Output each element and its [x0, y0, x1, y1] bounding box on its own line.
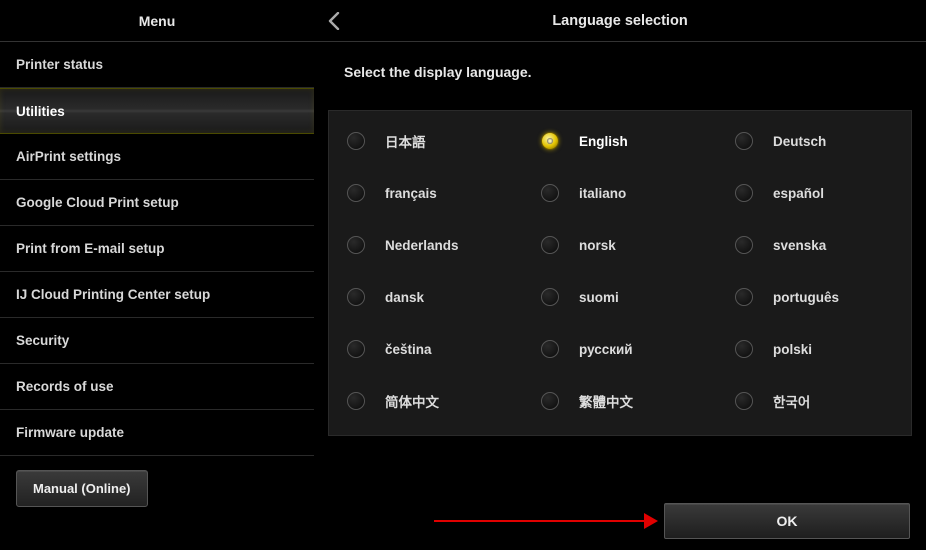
- manual-button-container: Manual (Online): [0, 456, 314, 521]
- sidebar-item-print-from-email[interactable]: Print from E-mail setup: [0, 226, 314, 272]
- annotation-arrow-container: [314, 520, 664, 522]
- radio-icon: [541, 392, 559, 410]
- language-option-suomi[interactable]: suomi: [523, 271, 717, 323]
- radio-icon: [541, 132, 559, 150]
- language-label: français: [385, 186, 437, 201]
- language-option-nederlands[interactable]: Nederlands: [329, 219, 523, 271]
- radio-icon: [735, 132, 753, 150]
- sidebar-item-firmware-update[interactable]: Firmware update: [0, 410, 314, 456]
- ok-button[interactable]: OK: [664, 503, 910, 539]
- language-option-francais[interactable]: français: [329, 167, 523, 219]
- language-option-polski[interactable]: polski: [717, 323, 911, 375]
- language-label: 日本語: [385, 131, 426, 151]
- sidebar-title: Menu: [0, 0, 314, 42]
- back-button[interactable]: [314, 0, 354, 42]
- language-option-english[interactable]: English: [523, 115, 717, 167]
- arrow-right-icon: [434, 520, 644, 522]
- language-label: español: [773, 186, 824, 201]
- radio-icon: [541, 184, 559, 202]
- radio-icon: [347, 392, 365, 410]
- language-option-dansk[interactable]: dansk: [329, 271, 523, 323]
- sidebar-item-records-of-use[interactable]: Records of use: [0, 364, 314, 410]
- radio-icon: [735, 340, 753, 358]
- language-label: Nederlands: [385, 238, 459, 253]
- sidebar-item-airprint-settings[interactable]: AirPrint settings: [0, 134, 314, 180]
- language-label: 简体中文: [385, 391, 439, 411]
- radio-icon: [347, 288, 365, 306]
- main-header: Language selection: [314, 0, 926, 42]
- language-option-deutsch[interactable]: Deutsch: [717, 115, 911, 167]
- radio-icon: [541, 236, 559, 254]
- radio-icon: [541, 340, 559, 358]
- radio-icon: [347, 340, 365, 358]
- radio-icon: [347, 236, 365, 254]
- language-option-espanol[interactable]: español: [717, 167, 911, 219]
- language-option-russian[interactable]: русский: [523, 323, 717, 375]
- instruction-text: Select the display language.: [314, 42, 926, 102]
- chevron-left-icon: [328, 12, 340, 30]
- language-option-norsk[interactable]: norsk: [523, 219, 717, 271]
- language-label: English: [579, 134, 628, 149]
- language-label: русский: [579, 342, 633, 357]
- language-option-cestina[interactable]: čeština: [329, 323, 523, 375]
- language-label: Deutsch: [773, 134, 826, 149]
- radio-icon: [735, 288, 753, 306]
- language-label: svenska: [773, 238, 826, 253]
- footer: OK: [314, 492, 926, 550]
- app-root: Menu Printer status Utilities AirPrint s…: [0, 0, 926, 550]
- radio-icon: [735, 392, 753, 410]
- language-label: norsk: [579, 238, 616, 253]
- main-panel: Language selection Select the display la…: [314, 0, 926, 550]
- language-label: italiano: [579, 186, 626, 201]
- language-label: 한국어: [773, 391, 810, 411]
- radio-icon: [347, 184, 365, 202]
- page-title: Language selection: [314, 13, 926, 29]
- radio-icon: [735, 184, 753, 202]
- language-option-simplified-chinese[interactable]: 简体中文: [329, 375, 523, 427]
- sidebar-item-google-cloud-print[interactable]: Google Cloud Print setup: [0, 180, 314, 226]
- language-label: dansk: [385, 290, 424, 305]
- language-grid: 日本語 English Deutsch français italiano es…: [329, 115, 911, 427]
- sidebar-item-printer-status[interactable]: Printer status: [0, 42, 314, 88]
- language-option-korean[interactable]: 한국어: [717, 375, 911, 427]
- language-option-portugues[interactable]: português: [717, 271, 911, 323]
- radio-icon: [541, 288, 559, 306]
- sidebar-item-ij-cloud-printing[interactable]: IJ Cloud Printing Center setup: [0, 272, 314, 318]
- language-option-traditional-chinese[interactable]: 繁體中文: [523, 375, 717, 427]
- language-panel: 日本語 English Deutsch français italiano es…: [328, 110, 912, 436]
- language-label: 繁體中文: [579, 391, 633, 411]
- language-option-japanese[interactable]: 日本語: [329, 115, 523, 167]
- radio-icon: [347, 132, 365, 150]
- language-option-svenska[interactable]: svenska: [717, 219, 911, 271]
- radio-icon: [735, 236, 753, 254]
- sidebar-item-security[interactable]: Security: [0, 318, 314, 364]
- manual-online-button[interactable]: Manual (Online): [16, 470, 148, 507]
- language-label: čeština: [385, 342, 432, 357]
- language-option-italiano[interactable]: italiano: [523, 167, 717, 219]
- sidebar-item-utilities[interactable]: Utilities: [0, 88, 314, 134]
- sidebar: Menu Printer status Utilities AirPrint s…: [0, 0, 314, 550]
- language-label: português: [773, 290, 839, 305]
- language-label: polski: [773, 342, 812, 357]
- language-label: suomi: [579, 290, 619, 305]
